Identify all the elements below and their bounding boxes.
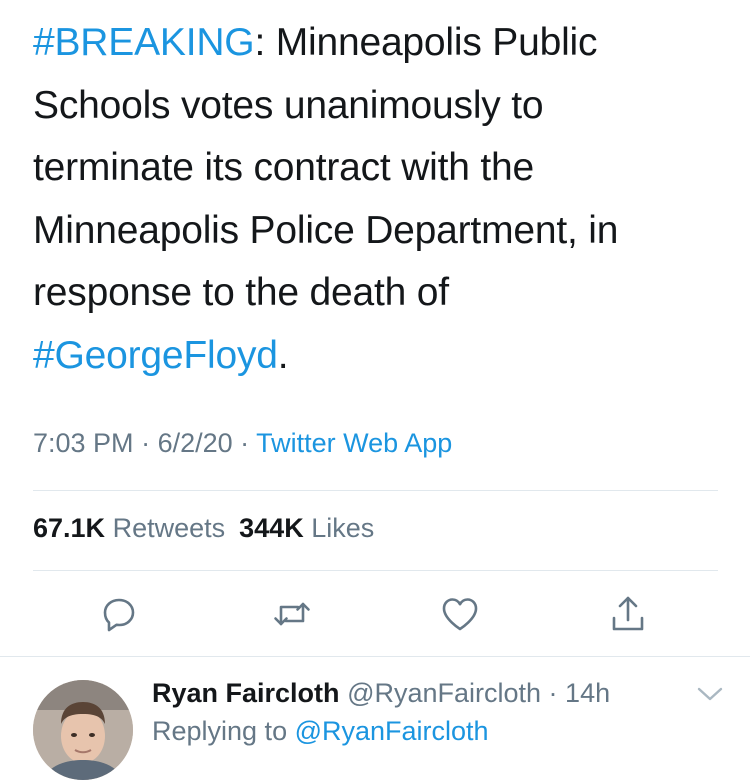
tweet-text-line: #BREAKING: Minneapolis Public <box>33 12 723 75</box>
heart-icon <box>442 598 478 631</box>
reply-icon <box>103 598 135 632</box>
tweet-text-segment: : Minneapolis Public <box>254 21 598 64</box>
replying-to: Replying to @RyanFaircloth <box>152 716 489 747</box>
share-icon <box>612 596 644 631</box>
divider <box>33 570 718 571</box>
retweet-button[interactable] <box>272 594 312 634</box>
likes-stat[interactable]: 344K Likes <box>239 513 374 543</box>
tweet-text-line: #GeorgeFloyd. <box>33 325 723 388</box>
tweet-text-segment: response to the death of <box>33 271 449 314</box>
chevron-down-icon[interactable] <box>697 684 723 704</box>
tweet-text-line: Schools votes unanimously to <box>33 75 723 138</box>
reply-author-name[interactable]: Ryan Faircloth <box>152 678 340 708</box>
reply-author-handle[interactable]: @RyanFaircloth <box>347 678 541 708</box>
meta-separator: · <box>232 428 257 458</box>
tweet-text-line: Minneapolis Police Department, in <box>33 200 723 263</box>
reply-time: 14h <box>565 678 611 708</box>
avatar-image <box>33 680 133 780</box>
tweet-text-segment: Minneapolis Police Department, in <box>33 208 619 252</box>
replying-to-mention[interactable]: @RyanFaircloth <box>295 716 489 746</box>
tweet-text-line: response to the death of <box>33 262 723 325</box>
share-button[interactable] <box>608 594 648 634</box>
meta-separator: · <box>541 678 566 708</box>
tweet-source-link[interactable]: Twitter Web App <box>256 428 452 458</box>
avatar[interactable] <box>33 680 133 780</box>
tweet-text-segment: . <box>277 333 289 377</box>
tweet-text-line: terminate its contract with the <box>33 137 723 200</box>
likes-label: Likes <box>311 513 375 543</box>
reply-button[interactable] <box>99 594 139 634</box>
replying-to-label: Replying to <box>152 716 295 746</box>
tweet-text: #BREAKING: Minneapolis Public Schools vot… <box>33 12 723 387</box>
retweets-stat[interactable]: 67.1K Retweets <box>33 513 225 543</box>
tweet-stats: 67.1K Retweets 344K Likes <box>33 513 374 544</box>
tweet-text-segment: Schools votes unanimously to <box>33 83 544 127</box>
tweet-date: 6/2/20 <box>157 428 233 458</box>
likes-count: 344K <box>239 513 304 543</box>
hashtag-link[interactable]: #GeorgeFloyd <box>33 334 278 377</box>
tweet-meta: 7:03 PM · 6/2/20 · Twitter Web App <box>33 428 452 459</box>
tweet-text-segment: terminate its contract with the <box>33 146 535 189</box>
reply-header: Ryan Faircloth @RyanFaircloth · 14h <box>152 678 610 709</box>
retweets-count: 67.1K <box>33 513 106 543</box>
like-button[interactable] <box>440 594 480 634</box>
retweets-label: Retweets <box>112 513 226 543</box>
hashtag-link[interactable]: #BREAKING <box>33 21 255 64</box>
retweet-icon <box>274 602 310 626</box>
divider <box>0 656 750 657</box>
divider <box>33 490 718 491</box>
meta-separator: · <box>133 428 158 458</box>
tweet-time: 7:03 PM <box>33 428 134 458</box>
